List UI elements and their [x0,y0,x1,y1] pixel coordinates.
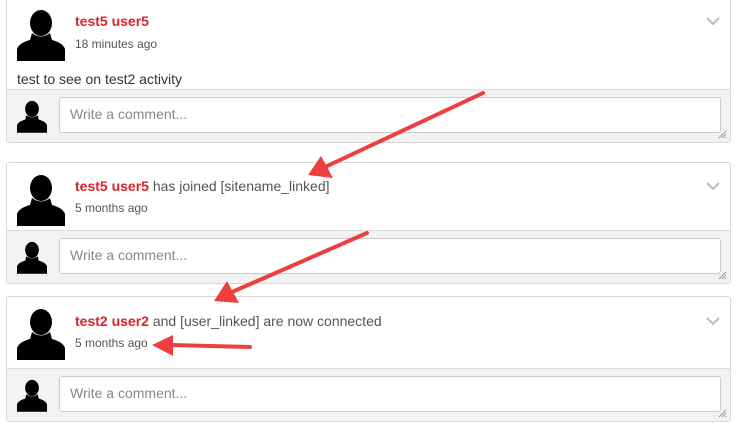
activity-header: test5 user5 has joined [sitename_linked] [75,178,330,194]
activity-action-text: and [user_linked] are now connected [152,313,382,329]
comment-bar [7,368,730,421]
user-silhouette-icon [17,379,47,412]
comment-input[interactable] [59,97,721,133]
timestamp[interactable]: 5 months ago [75,201,148,215]
author-link[interactable]: test2 user2 [75,313,149,329]
activity-card: test5 user5 has joined [sitename_linked]… [6,162,731,284]
user-silhouette-icon[interactable] [17,174,65,226]
author-link[interactable]: test5 user5 [75,13,149,29]
timestamp[interactable]: 18 minutes ago [75,37,157,51]
post-body: test to see on test2 activity [17,71,182,87]
activity-action-text: has joined [sitename_linked] [152,178,330,194]
user-silhouette-icon [17,241,47,274]
activity-card: test2 user2 and [user_linked] are now co… [6,296,731,422]
chevron-down-icon[interactable] [706,17,720,26]
activity-card: test5 user5 18 minutes ago test to see o… [6,0,731,143]
chevron-down-icon[interactable] [706,317,720,326]
comment-bar [7,230,730,283]
comment-bar [7,89,730,142]
activity-header: test5 user5 [75,13,149,29]
user-silhouette-icon[interactable] [17,308,65,360]
comment-input[interactable] [59,238,721,274]
user-silhouette-icon [17,100,47,133]
timestamp[interactable]: 5 months ago [75,336,148,350]
chevron-down-icon[interactable] [706,182,720,191]
comment-input[interactable] [59,376,721,412]
user-silhouette-icon[interactable] [17,9,65,61]
activity-header: test2 user2 and [user_linked] are now co… [75,313,382,329]
author-link[interactable]: test5 user5 [75,178,149,194]
